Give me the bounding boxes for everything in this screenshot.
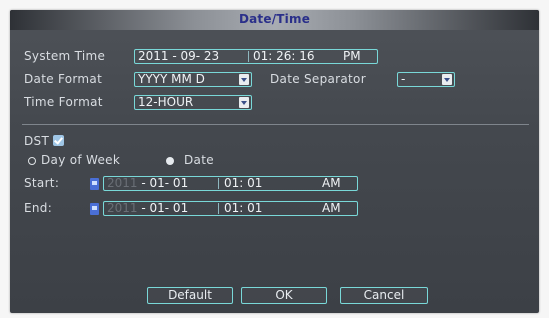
field-separator bbox=[248, 51, 249, 62]
dst-end-ampm[interactable]: AM bbox=[322, 202, 341, 215]
dst-end-time[interactable]: 01: 01 bbox=[224, 202, 262, 215]
date-separator-select[interactable]: - bbox=[397, 72, 455, 87]
date-separator-value: - bbox=[401, 72, 406, 86]
dst-end-field[interactable]: 2011 - 01- 01 01: 01 AM bbox=[103, 201, 358, 216]
dst-start-time[interactable]: 01: 01 bbox=[224, 177, 262, 190]
chevron-down-icon[interactable] bbox=[442, 74, 452, 85]
section-divider bbox=[22, 124, 529, 125]
field-separator bbox=[218, 178, 219, 189]
dst-start-date[interactable]: - 01- 01 bbox=[141, 177, 188, 190]
system-time-field[interactable]: 2011 - 09- 23 01: 26: 16 PM bbox=[134, 49, 378, 64]
dst-end-date[interactable]: - 01- 01 bbox=[141, 202, 188, 215]
time-format-select[interactable]: 12-HOUR bbox=[134, 95, 252, 110]
date-format-select[interactable]: YYYY MM D bbox=[134, 72, 252, 87]
system-time-date[interactable]: 2011 - 09- 23 bbox=[138, 50, 219, 63]
ok-button[interactable]: OK bbox=[241, 287, 327, 304]
day-of-week-radio[interactable] bbox=[28, 157, 36, 165]
cancel-button[interactable]: Cancel bbox=[340, 287, 428, 304]
default-button[interactable]: Default bbox=[147, 287, 233, 304]
chevron-down-icon[interactable] bbox=[239, 97, 249, 108]
dst-end-year: 2011 bbox=[107, 201, 138, 215]
end-label: End: bbox=[24, 201, 53, 215]
date-format-label: Date Format bbox=[24, 72, 103, 86]
date-radio[interactable] bbox=[166, 157, 174, 165]
calendar-icon[interactable] bbox=[90, 203, 99, 215]
calendar-icon[interactable] bbox=[90, 178, 99, 190]
time-format-value: 12-HOUR bbox=[138, 95, 194, 109]
field-separator bbox=[218, 203, 219, 214]
date-format-value: YYYY MM D bbox=[138, 72, 205, 86]
dialog-title: Date/Time bbox=[238, 12, 311, 26]
dst-label: DST bbox=[24, 134, 50, 148]
system-time-clock[interactable]: 01: 26: 16 bbox=[253, 50, 315, 63]
datetime-dialog: Date/Time System Time 2011 - 09- 23 01: … bbox=[10, 10, 539, 313]
start-label: Start: bbox=[24, 176, 60, 190]
screen: Date/Time System Time 2011 - 09- 23 01: … bbox=[0, 0, 549, 318]
system-time-label: System Time bbox=[24, 49, 106, 63]
date-mode-label[interactable]: Date bbox=[184, 153, 214, 167]
dst-start-ampm[interactable]: AM bbox=[322, 177, 341, 190]
title-bar: Date/Time bbox=[10, 10, 539, 30]
chevron-down-icon[interactable] bbox=[239, 74, 249, 85]
dst-start-year: 2011 bbox=[107, 176, 138, 190]
dst-checkbox[interactable] bbox=[53, 135, 64, 146]
time-format-label: Time Format bbox=[24, 95, 103, 109]
day-of-week-label[interactable]: Day of Week bbox=[41, 153, 120, 167]
date-separator-label: Date Separator bbox=[270, 72, 366, 86]
system-time-ampm[interactable]: PM bbox=[343, 50, 361, 63]
dst-start-field[interactable]: 2011 - 01- 01 01: 01 AM bbox=[103, 176, 358, 191]
